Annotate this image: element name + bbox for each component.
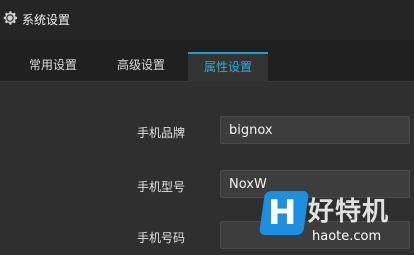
gear-icon	[3, 11, 18, 25]
phone-number-label: 手机号码	[137, 231, 186, 245]
phone-model-label: 手机型号	[137, 180, 186, 194]
tab-property-settings[interactable]: 属性设置	[188, 52, 268, 82]
phone-brand-field[interactable]	[220, 116, 410, 144]
tab-advanced-settings[interactable]: 高级设置	[117, 56, 165, 73]
settings-content: 手机品牌 手机型号 手机号码	[0, 83, 414, 255]
phone-model-field[interactable]	[220, 170, 410, 198]
settings-tabs: 常用设置 高级设置 属性设置	[0, 40, 414, 82]
tab-common-settings[interactable]: 常用设置	[29, 56, 77, 73]
phone-brand-label: 手机品牌	[137, 126, 186, 140]
window-title: 系统设置	[22, 13, 71, 27]
title-bar: 系统设置	[0, 0, 414, 40]
phone-number-field[interactable]	[220, 221, 410, 249]
